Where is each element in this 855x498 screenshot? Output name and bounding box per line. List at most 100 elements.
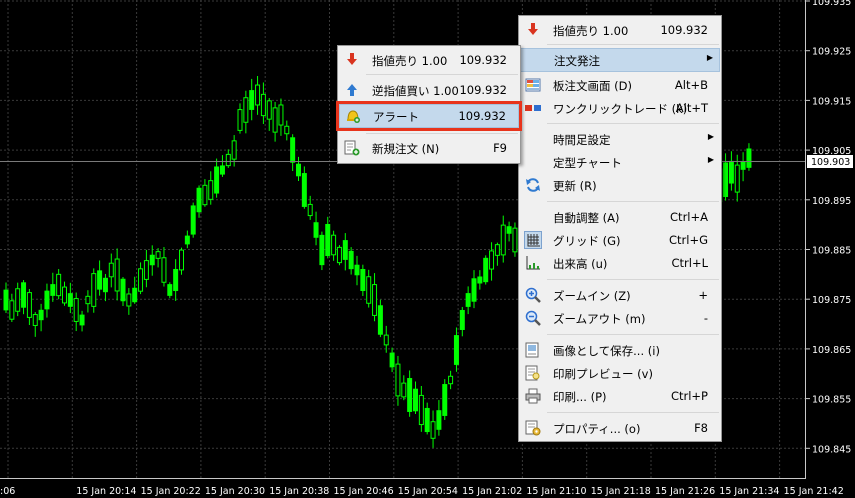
menu-item-auto-scroll[interactable]: 自動調整 (A) Ctrl+A bbox=[520, 206, 720, 228]
candle-body bbox=[377, 305, 383, 335]
submenu-item-buy-stop[interactable]: 逆指値買い 1.00 109.932 bbox=[339, 79, 519, 101]
candle-body bbox=[184, 235, 190, 245]
menu-separator bbox=[547, 44, 719, 45]
menu-item-refresh[interactable]: 更新 (R) bbox=[520, 174, 720, 196]
candle-body bbox=[342, 240, 348, 260]
submenu-item-sell-limit[interactable]: 指値売り 1.00 109.932 bbox=[339, 49, 519, 71]
menu-separator bbox=[547, 279, 719, 280]
candle-body bbox=[138, 268, 144, 292]
menu-item-zoom-out[interactable]: ズームアウト (m) - bbox=[520, 307, 720, 329]
candle-body bbox=[3, 289, 9, 311]
price-tick-label: 109.875 bbox=[812, 295, 851, 306]
candle-body bbox=[354, 264, 360, 276]
time-tick-label: 15 Jan 20:54 bbox=[398, 486, 458, 497]
time-tick-label: 0:06 bbox=[0, 486, 15, 497]
submenu-arrow-icon: ▶ bbox=[706, 53, 713, 62]
candle-body bbox=[746, 148, 752, 168]
candle-body bbox=[395, 363, 401, 397]
candle-body bbox=[506, 226, 512, 234]
candle-body bbox=[260, 93, 266, 117]
menu-item-depth-of-market[interactable]: 板注文画面 (D) Alt+B bbox=[520, 74, 720, 96]
candle-body bbox=[225, 153, 231, 167]
candle-body bbox=[173, 268, 179, 292]
depth-of-market-icon bbox=[525, 78, 541, 92]
menu-item-zoom-in[interactable]: ズームイン (Z) + bbox=[520, 284, 720, 306]
time-tick-label: 15 Jan 20:14 bbox=[76, 486, 136, 497]
print-icon bbox=[525, 388, 541, 404]
candle-body bbox=[448, 375, 454, 385]
candle-body bbox=[62, 286, 67, 304]
candle-body bbox=[489, 250, 495, 270]
menu-item-save-as-picture[interactable]: 画像として保存... (i) bbox=[520, 339, 720, 361]
menu-item-timeframes[interactable]: 時間足設定 ▶ bbox=[520, 128, 720, 150]
candle-body bbox=[436, 410, 442, 430]
candle-body bbox=[179, 249, 184, 271]
candle-body bbox=[290, 137, 296, 163]
menu-separator bbox=[366, 133, 518, 134]
price-tick-label: 109.855 bbox=[812, 395, 851, 406]
candle-body bbox=[500, 224, 506, 256]
candle-body bbox=[231, 140, 237, 160]
menu-item-sell-limit[interactable]: 指値売り 1.00 109.932 bbox=[520, 19, 720, 41]
candle-body bbox=[494, 244, 500, 256]
menu-item-volumes[interactable]: 出来高 (u) Ctrl+L bbox=[520, 252, 720, 274]
menu-separator bbox=[547, 123, 719, 124]
candle-body bbox=[97, 270, 103, 290]
volumes-icon bbox=[526, 256, 540, 270]
candle-body bbox=[424, 407, 430, 433]
candle-body bbox=[325, 223, 331, 257]
candle-body bbox=[483, 257, 489, 283]
candle-body bbox=[44, 290, 50, 310]
menu-item-grid[interactable]: グリッド (G) Ctrl+G bbox=[520, 229, 720, 251]
candle-body bbox=[284, 125, 290, 135]
price-tick-label: 109.915 bbox=[812, 96, 851, 107]
candle-body bbox=[67, 293, 73, 307]
candle-body bbox=[9, 300, 15, 320]
zoom-out-icon bbox=[525, 310, 541, 326]
candle-body bbox=[418, 394, 424, 426]
candle-body bbox=[453, 335, 459, 365]
candle-body bbox=[360, 268, 366, 292]
candle-body bbox=[366, 276, 372, 304]
time-tick-label: 15 Jan 21:18 bbox=[591, 486, 651, 497]
candle-body bbox=[728, 160, 734, 184]
candle-body bbox=[143, 260, 149, 280]
menu-item-print[interactable]: 印刷... (P) Ctrl+P bbox=[520, 385, 720, 407]
time-axis: 0:06 15 Jan 20:14 15 Jan 20:22 15 Jan 20:30… bbox=[0, 486, 844, 497]
candle-body bbox=[219, 165, 225, 175]
time-tick-label: 15 Jan 21:42 bbox=[784, 486, 844, 497]
candle-body bbox=[430, 421, 436, 439]
candle-body bbox=[21, 282, 27, 308]
candle-body bbox=[249, 90, 255, 110]
candle-body bbox=[132, 287, 138, 303]
menu-item-properties[interactable]: プロパティ... (o) F8 bbox=[520, 417, 720, 439]
current-price-label: 109.903 bbox=[811, 157, 850, 168]
price-axis: 109.935109.925109.915109.905109.895109.8… bbox=[805, 0, 851, 455]
menu-item-template[interactable]: 定型チャート ▶ bbox=[520, 151, 720, 173]
candle-body bbox=[471, 278, 477, 302]
menu-separator bbox=[547, 201, 719, 202]
price-tick-label: 109.885 bbox=[812, 246, 851, 257]
menu-item-place-order[interactable]: 注文発注 ▶ bbox=[520, 48, 720, 72]
one-click-trading-icon bbox=[525, 105, 541, 111]
candle-body bbox=[102, 277, 108, 293]
time-tick-label: 15 Jan 20:22 bbox=[141, 486, 201, 497]
time-tick-label: 15 Jan 21:26 bbox=[655, 486, 715, 497]
candle-body bbox=[442, 384, 448, 416]
candle-body bbox=[208, 180, 214, 200]
submenu-item-alert[interactable]: アラート 109.932 bbox=[336, 101, 522, 131]
menu-item-print-preview[interactable]: 印刷プレビュー (v) bbox=[520, 362, 720, 384]
menu-separator bbox=[547, 412, 719, 413]
price-tick-label: 109.895 bbox=[812, 196, 851, 207]
new-order-icon bbox=[344, 140, 360, 156]
candle-body bbox=[401, 382, 407, 398]
candle-body bbox=[202, 184, 208, 206]
candle-body bbox=[56, 273, 62, 297]
candle-body bbox=[26, 292, 32, 318]
candle-body bbox=[740, 161, 746, 170]
menu-item-one-click-trading[interactable]: ワンクリックトレード (k) Alt+T bbox=[520, 97, 720, 119]
refresh-icon bbox=[526, 178, 540, 192]
candle-body bbox=[50, 284, 56, 296]
candle-body bbox=[331, 234, 337, 256]
submenu-item-new-order[interactable]: 新規注文 (N) F9 bbox=[339, 137, 519, 159]
